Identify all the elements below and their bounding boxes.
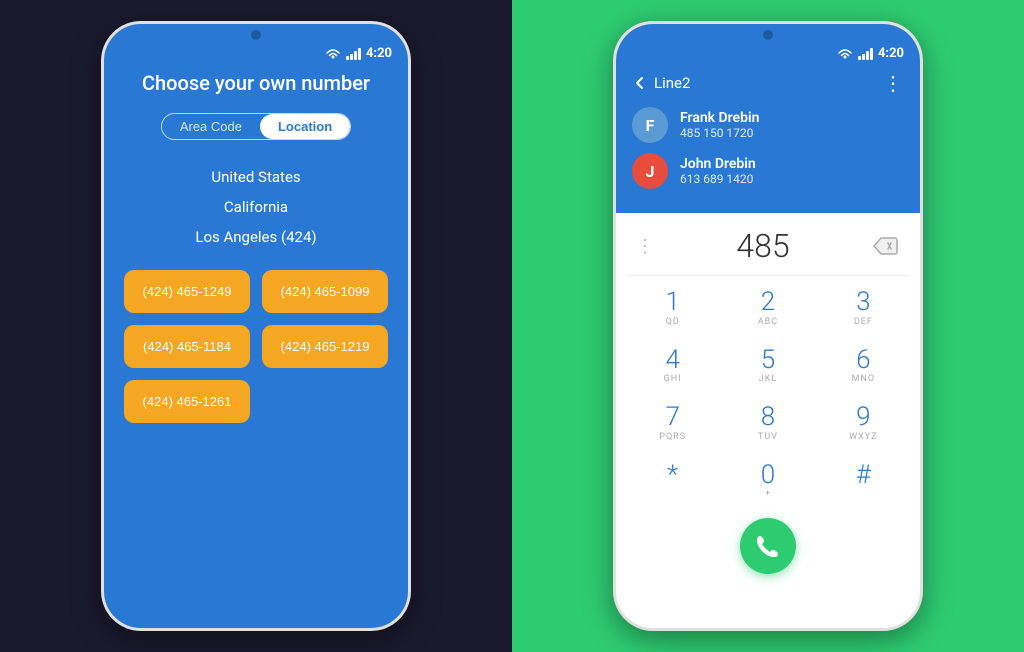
number-btn-0[interactable]: (424) 465-1249 (124, 270, 250, 313)
right-camera-notch (763, 30, 773, 40)
back-arrow-icon (632, 75, 648, 91)
contact-info-john: John Drebin 613 689 1420 (680, 156, 904, 186)
dial-key-4[interactable]: 4 GHI (626, 338, 719, 394)
right-notch-bar (616, 24, 920, 40)
right-status-bar: 4:20 (616, 40, 920, 61)
dial-key-4-number: 4 (665, 346, 679, 375)
contact-item-frank[interactable]: F Frank Drebin 485 150 1720 (632, 107, 904, 143)
dial-key-6[interactable]: 6 MNO (817, 338, 910, 394)
back-button[interactable]: Line2 (632, 74, 690, 92)
dial-key-1[interactable]: 1 QD (626, 280, 719, 336)
dial-key-9-letters: WXYZ (849, 432, 877, 443)
left-camera-notch (251, 30, 261, 40)
call-button-row (626, 512, 910, 578)
dial-key-3-letters: DEF (854, 317, 873, 328)
number-options-grid: (424) 465-1249 (424) 465-1099 (424) 465-… (124, 270, 388, 423)
dial-key-3-number: 3 (856, 288, 870, 317)
dial-key-9[interactable]: 9 WXYZ (817, 395, 910, 451)
header-title: Line2 (654, 74, 690, 92)
dial-key-hash-number: # (856, 461, 871, 490)
right-header: Line2 ⋮ F Frank Drebin 485 150 1720 J (616, 61, 920, 213)
right-wifi-icon (837, 48, 853, 60)
contact-item-john[interactable]: J John Drebin 613 689 1420 (632, 153, 904, 189)
area-code-toggle-btn[interactable]: Area Code (162, 114, 260, 139)
number-btn-3[interactable]: (424) 465-1219 (262, 325, 388, 368)
dial-display: ⋮ 485 (626, 213, 910, 276)
dial-menu-icon[interactable]: ⋮ (636, 236, 656, 257)
location-city[interactable]: Los Angeles (424) (124, 222, 388, 252)
dial-key-1-number: 1 (665, 288, 679, 317)
dial-number-display: 485 (656, 227, 870, 265)
dial-key-1-letters: QD (666, 317, 680, 328)
header-nav: Line2 ⋮ (632, 71, 904, 95)
left-phone: 4:20 Choose your own number Area Code Lo… (101, 21, 411, 631)
dial-key-2-letters: ABC (758, 317, 778, 328)
dial-key-hash[interactable]: # (817, 453, 910, 509)
dial-key-7-number: 7 (665, 403, 679, 432)
dial-key-2-number: 2 (761, 288, 775, 317)
dial-key-2[interactable]: 2 ABC (721, 280, 814, 336)
location-country[interactable]: United States (124, 162, 388, 192)
number-btn-4[interactable]: (424) 465-1261 (124, 380, 250, 423)
phone-call-icon (754, 532, 782, 560)
dial-key-3[interactable]: 3 DEF (817, 280, 910, 336)
contact-info-frank: Frank Drebin 485 150 1720 (680, 110, 904, 140)
contact-name-john: John Drebin (680, 156, 904, 172)
left-time: 4:20 (366, 46, 392, 61)
contact-number-frank: 485 150 1720 (680, 126, 904, 140)
dial-key-star-number: * (667, 461, 678, 490)
signal-bars-icon (346, 48, 361, 60)
contact-number-john: 613 689 1420 (680, 172, 904, 186)
left-status-icons: 4:20 (325, 46, 392, 61)
left-notch-bar (104, 24, 408, 40)
dial-key-0-number: 0 (761, 461, 775, 490)
dial-key-6-letters: MNO (852, 374, 875, 385)
location-list: United States California Los Angeles (42… (124, 162, 388, 252)
contact-avatar-frank: F (632, 107, 668, 143)
backspace-icon (872, 236, 898, 256)
dial-key-6-number: 6 (856, 346, 870, 375)
dial-key-0-letters: + (765, 489, 771, 500)
contact-name-frank: Frank Drebin (680, 110, 904, 126)
dial-key-5-number: 5 (761, 346, 775, 375)
backspace-button[interactable] (870, 234, 900, 258)
dial-key-9-number: 9 (856, 403, 870, 432)
dial-key-4-letters: GHI (664, 374, 682, 385)
number-btn-2[interactable]: (424) 465-1184 (124, 325, 250, 368)
dial-key-0[interactable]: 0 + (721, 453, 814, 509)
right-phone: 4:20 Line2 ⋮ F Frank Drebin (613, 21, 923, 631)
dial-key-5-letters: JKL (759, 374, 777, 385)
left-phone-content: Choose your own number Area Code Locatio… (104, 61, 408, 423)
dial-key-8[interactable]: 8 TUV (721, 395, 814, 451)
dial-key-7[interactable]: 7 PQRS (626, 395, 719, 451)
left-status-bar: 4:20 (104, 40, 408, 61)
location-toggle-btn[interactable]: Location (260, 114, 350, 139)
call-button[interactable] (740, 518, 796, 574)
right-time: 4:20 (878, 46, 904, 61)
dial-key-5[interactable]: 5 JKL (721, 338, 814, 394)
dial-key-8-number: 8 (761, 403, 775, 432)
dial-key-8-letters: TUV (758, 432, 778, 443)
right-background: 4:20 Line2 ⋮ F Frank Drebin (512, 0, 1024, 652)
more-options-button[interactable]: ⋮ (883, 71, 904, 95)
number-btn-1[interactable]: (424) 465-1099 (262, 270, 388, 313)
left-background: 4:20 Choose your own number Area Code Lo… (0, 0, 512, 652)
right-signal-bars-icon (858, 48, 873, 60)
contact-avatar-john: J (632, 153, 668, 189)
choose-number-title: Choose your own number (142, 71, 370, 95)
location-state[interactable]: California (124, 192, 388, 222)
area-location-toggle[interactable]: Area Code Location (161, 113, 351, 140)
dial-key-star[interactable]: * (626, 453, 719, 509)
dial-key-7-letters: PQRS (659, 432, 686, 443)
dialpad-grid: 1 QD 2 ABC 3 DEF 4 GHI 5 JKL (626, 276, 910, 512)
dialpad-area: ⋮ 485 1 QD 2 ABC (616, 213, 920, 588)
right-status-icons: 4:20 (837, 46, 904, 61)
wifi-icon (325, 48, 341, 60)
